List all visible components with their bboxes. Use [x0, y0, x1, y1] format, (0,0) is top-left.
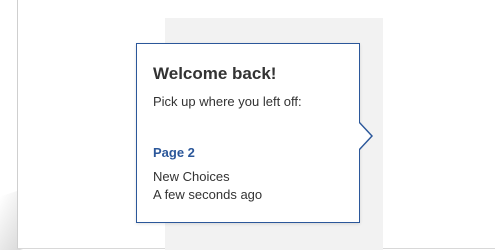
- callout-subtitle: Pick up where you left off:: [153, 94, 302, 109]
- document-name: New Choices: [153, 169, 230, 184]
- resume-page-link[interactable]: Page 2: [153, 145, 195, 160]
- callout-title: Welcome back!: [153, 64, 277, 83]
- screen: Welcome back! Pick up where you left off…: [0, 0, 495, 250]
- last-edited-time: A few seconds ago: [153, 187, 263, 202]
- callout-pointer-fill: [358, 122, 371, 150]
- welcome-back-callout: Welcome back! Pick up where you left off…: [136, 43, 360, 223]
